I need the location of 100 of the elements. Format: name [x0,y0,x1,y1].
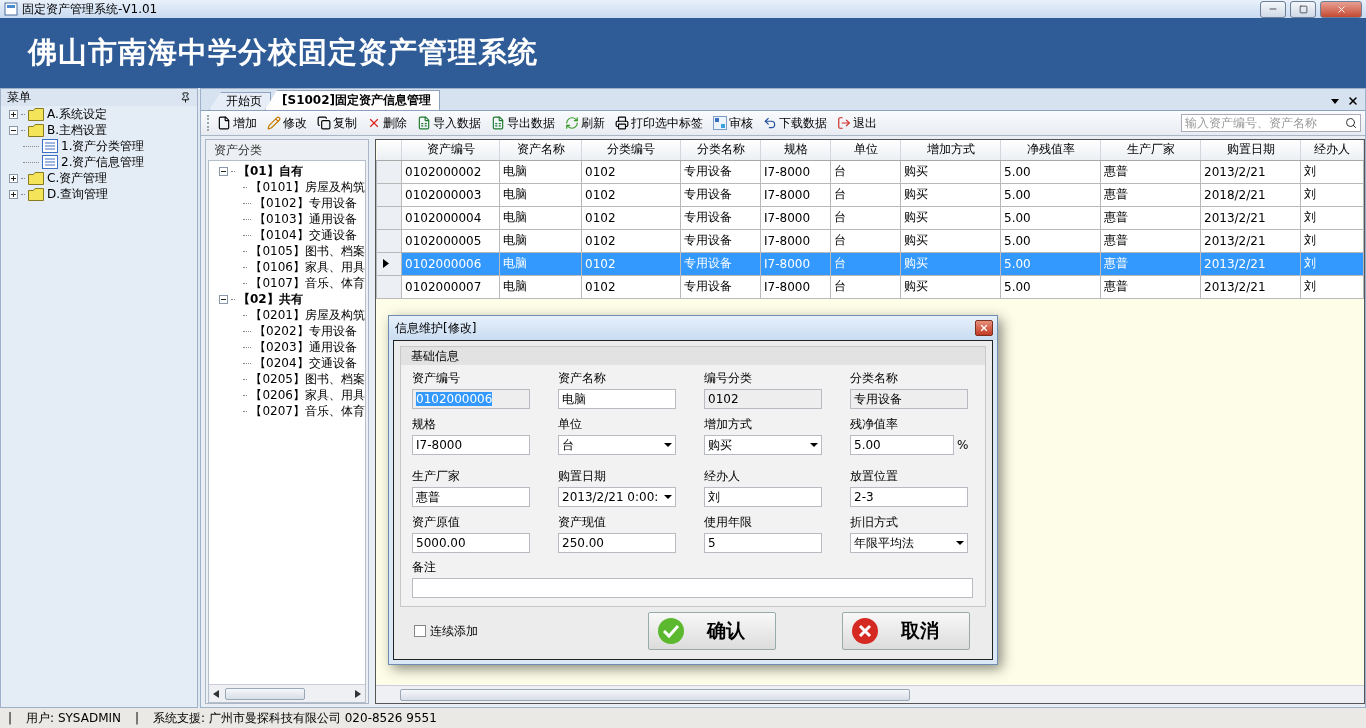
menu-item[interactable]: 1.资产分类管理 [61,137,145,155]
toolbar-button[interactable]: 导入数据 [414,113,484,133]
toolbar-button[interactable]: 增加 [214,113,260,133]
tree-item[interactable]: 【0204】交通设备 [254,354,357,372]
close-tab-icon[interactable] [1347,95,1359,107]
toolbar-button[interactable]: 下载数据 [760,113,830,133]
close-button[interactable] [1320,0,1362,18]
column-header[interactable]: 单位 [830,140,901,160]
dropdown[interactable]: 台 [558,435,676,455]
tab[interactable]: 开始页 [209,92,271,110]
window-title: 固定资产管理系统-V1.01 [22,0,159,18]
column-header[interactable]: 规格 [760,140,831,160]
input-field[interactable] [412,578,973,598]
tab[interactable]: [S1002]固定资产信息管理 [265,90,440,110]
column-header[interactable]: 资产名称 [499,140,582,160]
input-field[interactable]: 专用设备 [850,389,968,409]
column-header[interactable]: 增加方式 [900,140,1001,160]
menu-item[interactable]: A.系统设定 [47,105,107,123]
dropdown[interactable]: 2013/2/21 0:00: [558,487,676,507]
column-header[interactable]: 分类名称 [680,140,761,160]
column-header[interactable]: 经办人 [1300,140,1364,160]
folder-icon [28,171,44,185]
expand-toggle-icon[interactable] [9,173,18,183]
input-field[interactable]: 刘 [704,487,822,507]
check-icon [657,616,685,645]
collapse-toggle-icon[interactable] [219,166,228,176]
tree-item[interactable]: 【0205】图书、档案 [250,370,365,388]
toolbar-button[interactable]: 刷新 [562,113,608,133]
input-field[interactable]: 0102 [704,389,822,409]
toolbar-button[interactable]: 导出数据 [488,113,558,133]
input-field[interactable]: 2-3 [850,487,968,507]
checkbox[interactable] [414,624,426,637]
menu-item[interactable]: 2.资产信息管理 [61,153,145,171]
caret-icon [810,443,818,447]
toolbar-button[interactable]: 审核 [710,113,756,133]
input-field[interactable]: 电脑 [558,389,676,409]
menu-item[interactable]: D.查询管理 [47,185,109,203]
tree-item[interactable]: 【0105】图书、档案 [250,242,365,260]
tree-item[interactable]: 【0101】房屋及构筑 [250,178,365,196]
confirm-button[interactable]: 确认 [648,611,776,650]
dropdown[interactable]: 年限平均法 [850,533,968,553]
input-field[interactable]: 5 [704,533,822,553]
tree-item[interactable]: 【01】自有 [238,162,303,180]
toolbar-button[interactable]: 复制 [314,113,360,133]
tree-item[interactable]: 【0107】音乐、体育 [250,274,365,292]
expand-toggle-icon[interactable] [9,189,18,199]
pin-icon[interactable] [180,92,191,103]
tree-item[interactable]: 【0206】家具、用具 [250,386,365,404]
input-field[interactable]: I7-8000 [412,435,530,455]
field-label: 资产名称 [558,370,607,387]
tree-item[interactable]: 【0202】专用设备 [254,322,357,340]
caret-icon [664,443,672,447]
horizontal-scrollbar[interactable] [376,685,1364,703]
collapse-toggle-icon[interactable] [9,125,18,135]
tree-item[interactable]: 【0203】通用设备 [254,338,357,356]
field-label: 资产编号 [412,370,461,387]
tree-item[interactable]: 【0207】音乐、体育 [250,402,365,420]
tree-item[interactable]: 【0106】家具、用具 [250,258,365,276]
close-button[interactable] [975,320,993,336]
tree-item[interactable]: 【02】共有 [238,290,303,308]
field-label: 增加方式 [704,416,753,433]
toolbar-button[interactable]: 删除 [364,113,410,133]
column-header[interactable]: 净残值率 [1000,140,1101,160]
menu-item[interactable]: C.资产管理 [47,169,108,187]
dropdown-icon[interactable] [1331,98,1339,104]
minimize-button[interactable] [1260,0,1286,18]
toolbar-button[interactable]: 修改 [264,113,310,133]
toolbar-button[interactable]: 退出 [834,113,880,133]
panel-title: 资产分类 [214,141,262,159]
close-icon [979,323,989,333]
field-label: 折旧方式 [850,514,899,531]
scroll-right-icon[interactable] [355,689,361,698]
toolbar-button[interactable]: 打印选中标签 [612,113,706,133]
input-field[interactable]: 250.00 [558,533,676,553]
folder-icon [28,187,44,201]
system-title: 佛山市南海中学分校固定资产管理系统 [28,34,538,71]
column-header[interactable]: 分类编号 [581,140,681,160]
input-field[interactable]: 5.00 [850,435,954,455]
collapse-toggle-icon[interactable] [219,294,228,304]
caret-icon [664,495,672,499]
expand-toggle-icon[interactable] [9,109,18,119]
tree-item[interactable]: 【0104】交通设备 [254,226,357,244]
input-field[interactable]: 5000.00 [412,533,530,553]
tree-item[interactable]: 【0103】通用设备 [254,210,357,228]
cancel-button[interactable]: 取消 [842,611,970,650]
column-header[interactable]: 资产编号 [401,140,500,160]
new-file-icon [217,116,231,130]
scroll-left-icon[interactable] [213,689,219,698]
input-field[interactable]: 惠普 [412,487,530,507]
list-document-icon [42,139,58,153]
maximize-button[interactable] [1290,0,1316,18]
column-header[interactable]: 购置日期 [1200,140,1301,160]
tree-item[interactable]: 【0102】专用设备 [254,194,357,212]
column-header[interactable]: 生产厂家 [1100,140,1201,160]
field-label: 编号分类 [704,370,753,387]
horizontal-scrollbar[interactable] [209,684,365,702]
menu-item[interactable]: B.主档设置 [47,121,108,139]
dropdown[interactable]: 购买 [704,435,822,455]
field-label: 规格 [412,416,437,433]
tree-item[interactable]: 【0201】房屋及构筑 [250,306,365,324]
